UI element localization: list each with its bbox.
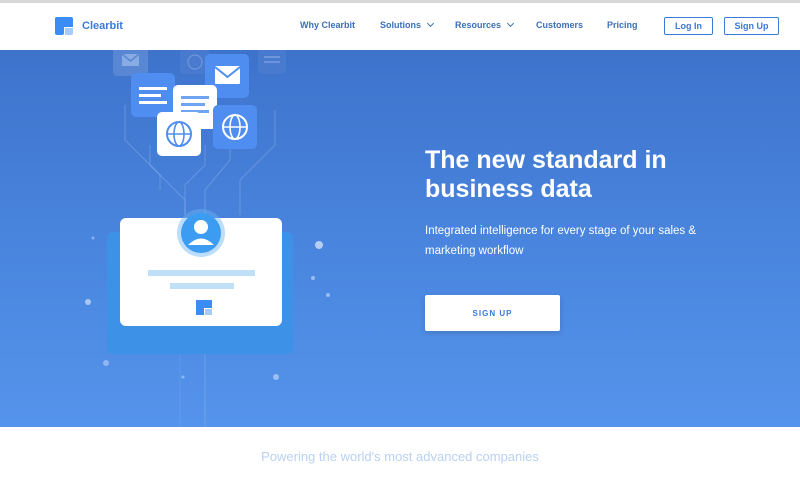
hero-subtext-line1: Integrated intelligence for every stage … <box>425 225 697 237</box>
signup-nav-button[interactable]: Sign Up <box>724 17 779 35</box>
hero-section: The new standard in business data Integr… <box>0 50 800 427</box>
logo-mark-icon <box>55 17 73 35</box>
hero-signup-button-label: SIGN UP <box>472 308 513 318</box>
nav-solutions-label: Solutions <box>380 20 421 30</box>
nav-customers-label: Customers <box>536 20 584 30</box>
hero-subtext-line2: marketing workflow <box>425 245 524 257</box>
faded-document-icon <box>258 50 286 74</box>
brand-name: Clearbit <box>82 20 123 32</box>
hero-headline: The new standard in business data <box>425 146 755 204</box>
faded-mail-icon <box>113 50 148 76</box>
profile-card <box>107 209 293 354</box>
card-logo-mark <box>196 300 212 315</box>
brand-logo[interactable]: Clearbit <box>55 17 123 35</box>
globe-icon-card-blue <box>213 105 257 149</box>
nav-why-clearbit[interactable]: Why Clearbit <box>300 20 355 30</box>
nav-pricing-label: Pricing <box>607 20 638 30</box>
nav-pricing[interactable]: Pricing <box>607 20 638 30</box>
chevron-down-icon <box>506 19 515 28</box>
hero-headline-line2: business data <box>425 175 592 203</box>
nav-why-clearbit-label: Why Clearbit <box>300 20 356 30</box>
nav-resources-label: Resources <box>455 20 502 30</box>
signup-nav-button-label: Sign Up <box>734 21 769 31</box>
login-button[interactable]: Log In <box>664 17 713 35</box>
chevron-down-icon <box>426 19 435 28</box>
hero-illustration <box>85 50 330 427</box>
nav-customers[interactable]: Customers <box>536 20 583 30</box>
document-icon-card <box>131 73 175 117</box>
nav-solutions[interactable]: Solutions <box>380 19 435 30</box>
top-navigation: Clearbit Why Clearbit Solutions Resource… <box>0 3 800 50</box>
hero-headline-line1: The new standard in <box>425 146 667 174</box>
hero-signup-button[interactable]: SIGN UP <box>425 295 560 331</box>
globe-icon-card-white <box>157 112 201 156</box>
login-button-label: Log In <box>675 21 702 31</box>
nav-resources[interactable]: Resources <box>455 19 515 30</box>
customers-tagline: Powering the world's most advanced compa… <box>261 449 539 464</box>
hero-subtext: Integrated intelligence for every stage … <box>425 221 725 261</box>
